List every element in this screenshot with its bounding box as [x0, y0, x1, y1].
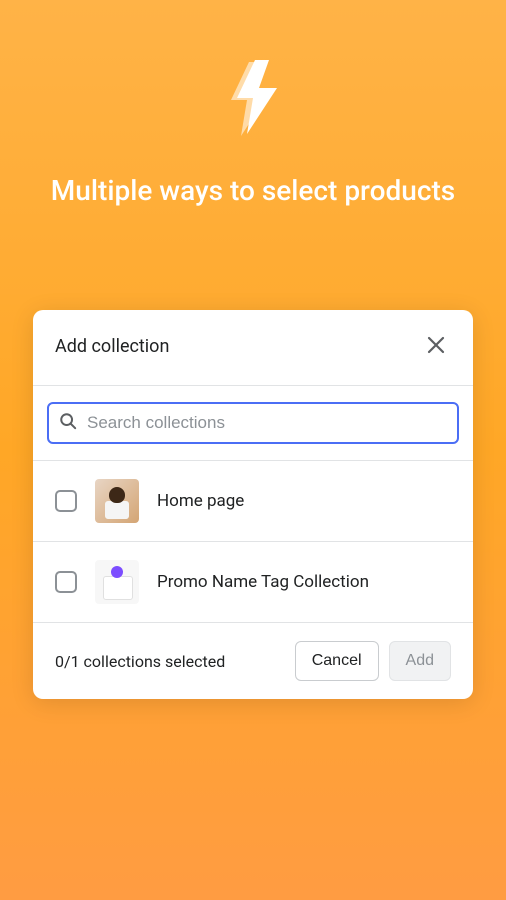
hero: Multiple ways to select products — [0, 0, 506, 210]
search-input[interactable] — [87, 413, 447, 433]
search-box[interactable] — [47, 402, 459, 444]
collection-label: Promo Name Tag Collection — [157, 572, 369, 592]
checkbox[interactable] — [55, 490, 77, 512]
cancel-button[interactable]: Cancel — [295, 641, 379, 681]
modal-title: Add collection — [55, 336, 169, 357]
close-icon — [425, 334, 447, 359]
checkbox[interactable] — [55, 571, 77, 593]
close-button[interactable] — [421, 330, 451, 363]
collection-label: Home page — [157, 491, 244, 511]
add-collection-modal: Add collection Home page — [33, 310, 473, 699]
lightning-bolt-icon — [221, 60, 285, 142]
collection-row[interactable]: Home page — [33, 460, 473, 541]
collection-thumbnail — [95, 479, 139, 523]
hero-title: Multiple ways to select products — [0, 172, 506, 210]
modal-footer: 0/1 collections selected Cancel Add — [33, 622, 473, 699]
search-section — [33, 386, 473, 460]
footer-actions: Cancel Add — [295, 641, 451, 681]
collection-thumbnail — [95, 560, 139, 604]
search-icon — [59, 412, 77, 434]
add-button[interactable]: Add — [389, 641, 451, 681]
selection-status: 0/1 collections selected — [55, 652, 225, 671]
modal-header: Add collection — [33, 310, 473, 385]
collection-row[interactable]: Promo Name Tag Collection — [33, 541, 473, 622]
